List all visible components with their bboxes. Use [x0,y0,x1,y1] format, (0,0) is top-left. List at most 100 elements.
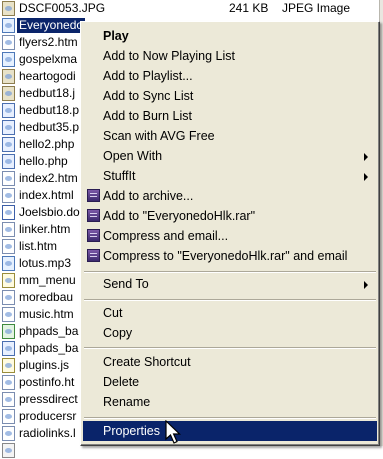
file-name: pressdirect [19,392,78,406]
file-name: Everyonedo [17,18,86,33]
mouse-pointer-icon [165,420,181,444]
winrar-icon [87,249,100,262]
menu-label: Add to Burn List [103,109,192,123]
file-name: mm_menu [19,273,76,287]
file-icon [2,341,15,356]
file-icon [2,154,15,169]
menu-label: Scan with AVG Free [103,129,215,143]
file-name: radiolinks.l [19,426,76,440]
file-icon [2,120,15,135]
menu-item-properties[interactable]: Properties [83,421,377,441]
file-name: linker.htm [19,222,71,236]
file-name: flyers2.htm [19,35,78,49]
file-name: hedbut18.j [19,86,76,100]
menu-label: Create Shortcut [103,355,191,369]
file-name: gospelxma [19,52,78,66]
menu-item-add-playlist[interactable]: Add to Playlist... [83,66,377,86]
menu-item-compress-rar-email[interactable]: Compress to "EveryonedoHlk.rar" and emai… [83,246,377,266]
menu-label: Add to Playlist... [103,69,193,83]
menu-item-add-to-rar[interactable]: Add to "EveryonedoHlk.rar" [83,206,377,226]
menu-label: Compress to "EveryonedoHlk.rar" and emai… [103,249,348,263]
file-icon [2,86,15,101]
menu-item-copy[interactable]: Copy [83,323,377,343]
file-icon [2,239,15,254]
file-name: phpads_ba [19,324,79,338]
file-name: hedbut35.p [19,120,80,134]
winrar-icon [87,189,100,202]
file-icon [2,358,15,373]
menu-item-compress-email[interactable]: Compress and email... [83,226,377,246]
file-name: index2.htm [19,171,78,185]
file-icon [2,273,15,288]
file-name: hedbut18.p [19,103,80,117]
file-icon [2,222,15,237]
menu-separator [84,299,376,301]
file-icon [2,375,15,390]
menu-label: Play [103,29,129,43]
file-size: 241 KB [229,1,269,15]
menu-label: Properties [103,424,160,438]
file-row[interactable]: DSCF0053.JPG 241 KB JPEG Image [0,0,383,17]
menu-label: Add to archive... [103,189,194,203]
menu-label: StuffIt [103,169,136,183]
file-name: producersr [19,409,77,423]
menu-separator [84,347,376,349]
chevron-right-icon [364,153,368,161]
menu-label: Send To [103,277,149,291]
menu-label: Open With [103,149,163,163]
file-name: index.html [19,188,74,202]
file-name: Joelsbio.do [19,205,80,219]
menu-item-scan-avg[interactable]: Scan with AVG Free [83,126,377,146]
menu-label: Add to "EveryonedoHlk.rar" [103,209,256,223]
file-name: music.htm [19,307,74,321]
winrar-icon [87,229,100,242]
file-icon [2,324,15,339]
chevron-right-icon [364,173,368,181]
file-name: hello2.php [19,137,75,151]
file-name: plugins.js [19,358,70,372]
file-icon [2,171,15,186]
file-icon [2,69,15,84]
menu-item-add-sync[interactable]: Add to Sync List [83,86,377,106]
file-icon [2,307,15,322]
menu-label: Delete [103,375,140,389]
menu-label: Add to Sync List [103,89,194,103]
file-icon [2,290,15,305]
file-icon [2,205,15,220]
menu-item-send-to[interactable]: Send To [83,274,377,294]
file-name: hello.php [19,154,68,168]
file-icon [2,188,15,203]
menu-label: Compress and email... [103,229,229,243]
file-icon [2,426,15,441]
menu-item-add-now-playing[interactable]: Add to Now Playing List [83,46,377,66]
winrar-icon [87,209,100,222]
context-menu: Play Add to Now Playing List Add to Play… [80,21,380,446]
menu-separator [84,271,376,273]
menu-item-rename[interactable]: Rename [83,392,377,412]
menu-label: Copy [103,326,133,340]
file-icon [2,35,15,50]
file-name: postinfo.ht [19,375,75,389]
menu-item-cut[interactable]: Cut [83,303,377,323]
menu-item-add-burn[interactable]: Add to Burn List [83,106,377,126]
menu-item-delete[interactable]: Delete [83,372,377,392]
file-icon [2,103,15,118]
file-name: lotus.mp3 [19,256,72,270]
file-name: list.htm [19,239,58,253]
menu-item-add-archive[interactable]: Add to archive... [83,186,377,206]
file-icon [2,18,15,33]
menu-label: Rename [103,395,151,409]
menu-item-play[interactable]: Play [83,26,377,46]
file-icon [2,392,15,407]
menu-label: Add to Now Playing List [103,49,236,63]
file-icon [2,409,15,424]
file-name: moredbau [19,290,74,304]
chevron-right-icon [364,281,368,289]
file-name: phpads_ba [19,341,79,355]
menu-item-stuffit[interactable]: StuffIt [83,166,377,186]
file-name: heartogodi [19,69,76,83]
menu-item-create-shortcut[interactable]: Create Shortcut [83,352,377,372]
menu-item-open-with[interactable]: Open With [83,146,377,166]
menu-label: Cut [103,306,123,320]
file-icon [2,443,15,458]
